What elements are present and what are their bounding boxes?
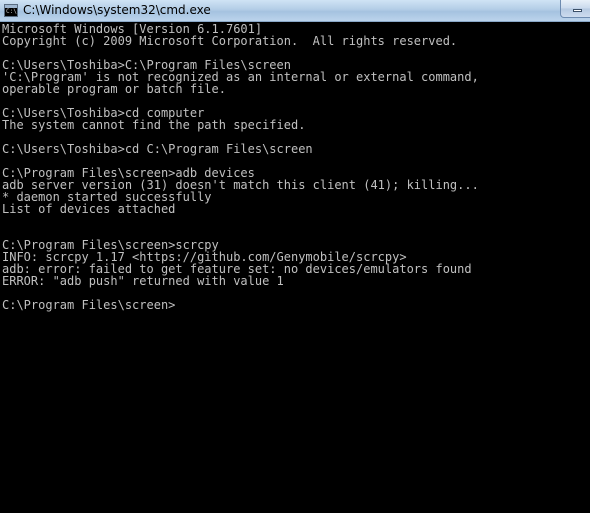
console-line: The system cannot find the path specifie… <box>2 118 306 132</box>
console-line: C:\Program Files\screen> <box>2 298 176 312</box>
cmd-icon-glyph: C:\ <box>6 8 17 15</box>
minimize-button[interactable] <box>560 0 590 18</box>
console-line: operable program or batch file. <box>2 82 226 96</box>
console-line: Copyright (c) 2009 Microsoft Corporation… <box>2 34 458 48</box>
minimize-icon <box>573 9 582 12</box>
console-line: List of devices attached <box>2 202 176 216</box>
console-line: ERROR: "adb push" returned with value 1 <box>2 274 284 288</box>
cmd-window: C:\ C:\Windows\system32\cmd.exe Microsof… <box>0 0 590 513</box>
console-output[interactable]: Microsoft Windows [Version 6.1.7601] Copy… <box>0 22 590 513</box>
title-bar[interactable]: C:\ C:\Windows\system32\cmd.exe <box>0 0 590 22</box>
window-title: C:\Windows\system32\cmd.exe <box>23 3 211 17</box>
console-line: C:\Users\Toshiba>cd C:\Program Files\scr… <box>2 142 313 156</box>
window-controls <box>560 0 590 18</box>
cmd-icon[interactable]: C:\ <box>4 4 18 17</box>
